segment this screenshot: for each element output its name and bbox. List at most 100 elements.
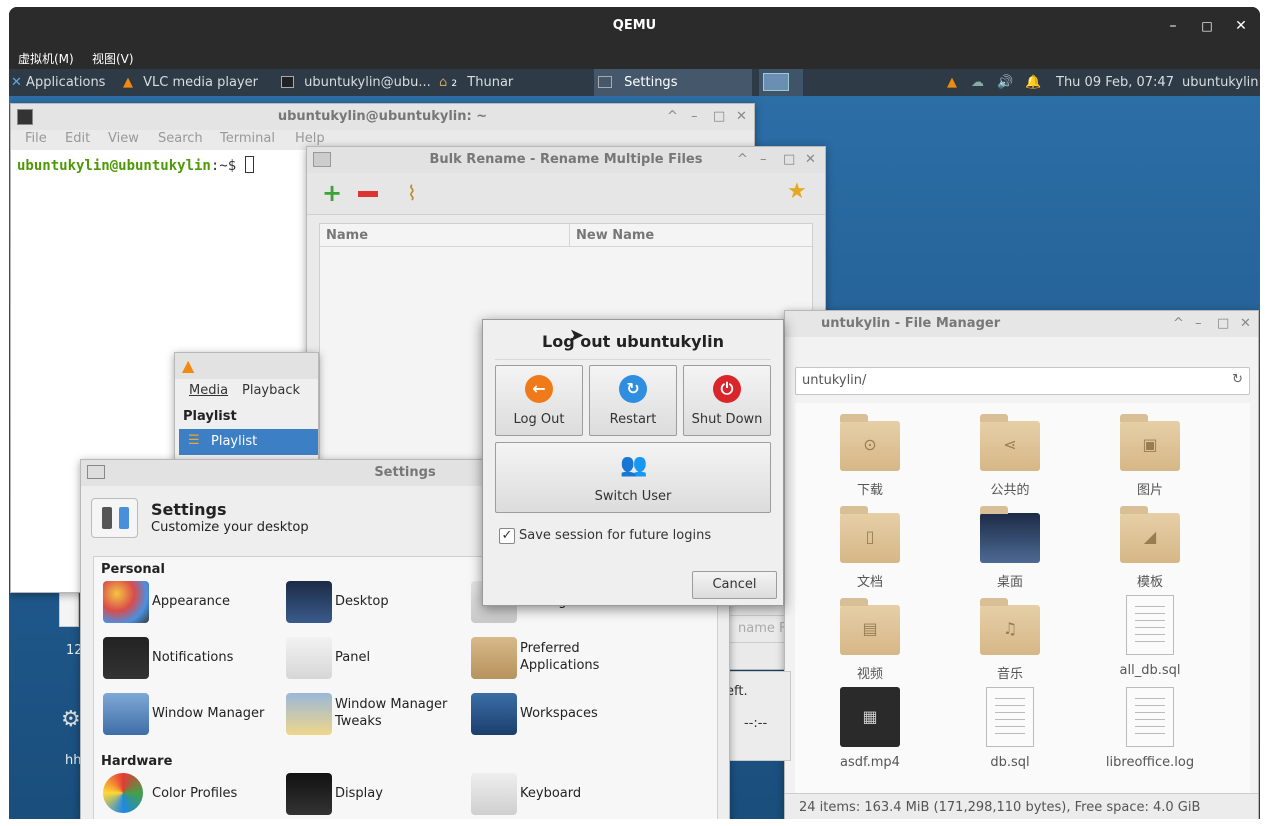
maximize-icon[interactable]: □ — [1197, 16, 1217, 36]
terminal-menu-search[interactable]: Search — [158, 131, 203, 146]
fm-close-icon[interactable]: ✕ — [1240, 311, 1251, 337]
file-item[interactable]: 桌面 — [950, 503, 1070, 591]
task-settings[interactable]: Settings — [594, 69, 752, 96]
text-line — [1135, 627, 1165, 628]
home-folder-icon: ⌂ — [439, 75, 448, 90]
playlist-item[interactable]: ☰ Playlist — [179, 429, 318, 455]
column-new-name[interactable]: New Name — [570, 224, 814, 247]
user-menu[interactable]: ubuntukylin — [1182, 69, 1260, 96]
log-out-button[interactable]: ← Log Out — [495, 365, 583, 436]
settings-item[interactable]: Keyboard — [469, 771, 649, 817]
prompt-user: ubuntukylin@ubuntukylin — [17, 158, 211, 174]
bulk-rename-minimize-icon[interactable]: – — [760, 147, 767, 173]
terminal-minimize-icon[interactable]: – — [691, 104, 698, 130]
restart-button[interactable]: ↻ Restart — [589, 365, 677, 436]
qemu-menubar: 虚拟机(M) 视图(V) — [9, 45, 1260, 69]
close-icon[interactable]: ✕ — [1231, 16, 1251, 36]
bulk-rename-maximize-icon[interactable]: □ — [783, 147, 795, 173]
file-item[interactable]: ◢ 模板 — [1090, 503, 1210, 591]
settings-item-label: Preferred Applications — [520, 641, 600, 673]
text-line — [995, 719, 1025, 720]
applications-menu[interactable]: ✕ Applications — [11, 69, 119, 96]
file-item[interactable]: ▤ 视频 — [810, 595, 930, 683]
remove-files-icon[interactable] — [358, 191, 378, 197]
bulk-rename-close-icon[interactable]: ✕ — [805, 147, 816, 173]
volume-icon[interactable]: 🔊 — [997, 69, 1015, 96]
qemu-window: QEMU – □ ✕ 虚拟机(M) 视图(V) ✕ Applications ▲… — [9, 7, 1260, 819]
shut-down-button[interactable]: ⏻ Shut Down — [683, 365, 771, 436]
desktop-file-icon[interactable] — [59, 591, 79, 627]
qemu-titlebar: QEMU – □ ✕ — [9, 7, 1260, 45]
file-item[interactable]: ▯ 文档 — [810, 503, 930, 591]
desktop-settings-label: hh — [65, 753, 82, 768]
text-line — [995, 705, 1025, 706]
settings-item[interactable]: Window Manager Tweaks — [284, 691, 464, 737]
bulk-rename-shade-icon[interactable]: ^ — [737, 147, 748, 173]
text-line — [1135, 733, 1165, 734]
reload-icon[interactable]: ↻ — [1232, 372, 1243, 387]
about-star-icon[interactable]: ★ — [787, 179, 807, 204]
settings-item[interactable]: Panel — [284, 635, 464, 681]
section-hardware: Hardware — [101, 754, 173, 769]
workspace-switcher[interactable] — [759, 69, 803, 96]
settings-item[interactable]: Color Profiles — [101, 771, 281, 817]
fm-shade-icon[interactable]: ^ — [1173, 311, 1184, 337]
task-vlc[interactable]: ▲ VLC media player — [123, 69, 273, 96]
task-terminal[interactable]: ubuntukylin@ubu... — [281, 69, 433, 96]
menu-view[interactable]: 视图(V) — [92, 50, 134, 67]
folder-icon: ▣ — [1120, 414, 1180, 471]
terminal-menu-view[interactable]: View — [108, 131, 139, 146]
terminal-close-icon[interactable]: ✕ — [736, 104, 747, 130]
folder-icon: ♫ — [980, 598, 1040, 655]
column-name[interactable]: Name — [320, 224, 570, 247]
fm-maximize-icon[interactable]: □ — [1217, 311, 1229, 337]
file-item[interactable]: ▦ asdf.mp4 — [810, 687, 930, 775]
vlc-tray-icon[interactable]: ▲ — [947, 69, 963, 96]
terminal-menu-file[interactable]: File — [25, 131, 47, 146]
text-file-icon — [1126, 595, 1174, 655]
task-thunar[interactable]: ⌂ 2 Thunar — [439, 69, 589, 96]
settings-item[interactable]: Desktop — [284, 579, 464, 625]
location-bar[interactable]: untukylin/ ↻ — [795, 367, 1250, 395]
terminal-menu-help[interactable]: Help — [295, 131, 325, 146]
file-item[interactable]: ♫ 音乐 — [950, 595, 1070, 683]
mouse-cursor-icon: ➤ — [569, 325, 585, 346]
file-item[interactable]: ⊙ 下载 — [810, 411, 930, 499]
minimize-icon[interactable]: – — [1163, 16, 1183, 36]
terminal-menu-terminal[interactable]: Terminal — [220, 131, 275, 146]
text-line — [995, 726, 1025, 727]
clear-broom-icon[interactable]: ⌇ — [407, 181, 417, 205]
save-session-checkbox[interactable]: ✓ — [499, 528, 515, 544]
settings-item[interactable]: Preferred Applications — [469, 635, 649, 681]
fm-minimize-icon[interactable]: – — [1195, 311, 1202, 337]
terminal-maximize-icon[interactable]: □ — [713, 104, 725, 130]
add-files-icon[interactable]: + — [322, 181, 342, 205]
folder-icon: ◢ — [1120, 506, 1180, 563]
settings-item[interactable]: Appearance — [101, 579, 281, 625]
file-item[interactable]: ▣ 图片 — [1090, 411, 1210, 499]
file-item-label: 下载 — [856, 483, 883, 498]
switch-user-button[interactable]: 👥 Switch User — [495, 442, 771, 513]
file-item[interactable]: ⋖ 公共的 — [950, 411, 1070, 499]
terminal-shade-icon[interactable]: ^ — [667, 104, 678, 130]
menu-machine[interactable]: 虚拟机(M) — [18, 50, 74, 67]
file-item[interactable]: all_db.sql — [1090, 595, 1210, 683]
file-item-label: 公共的 — [990, 483, 1030, 498]
terminal-menu-edit[interactable]: Edit — [65, 131, 90, 146]
settings-item[interactable]: Notifications — [101, 635, 281, 681]
settings-item[interactable]: Window Manager — [101, 691, 281, 737]
notification-bell-icon[interactable]: 🔔 — [1025, 69, 1041, 96]
network-icon[interactable]: ☁ — [971, 69, 989, 96]
file-item[interactable]: libreoffice.log — [1090, 687, 1210, 775]
desktop-settings-icon[interactable]: ⚙ — [61, 707, 81, 732]
settings-item[interactable]: Display — [284, 771, 464, 817]
cancel-button[interactable]: Cancel — [692, 571, 777, 599]
vlc-menu-playback[interactable]: Playback — [242, 383, 300, 398]
text-line — [1135, 606, 1165, 607]
clock[interactable]: Thu 09 Feb, 07:47 — [1056, 69, 1178, 96]
vlc-menu-media[interactable]: Media — [189, 383, 228, 398]
text-line — [995, 698, 1025, 699]
settings-item[interactable]: Workspaces — [469, 691, 649, 737]
file-item[interactable]: db.sql — [950, 687, 1070, 775]
preferred-apps-icon — [471, 637, 517, 679]
